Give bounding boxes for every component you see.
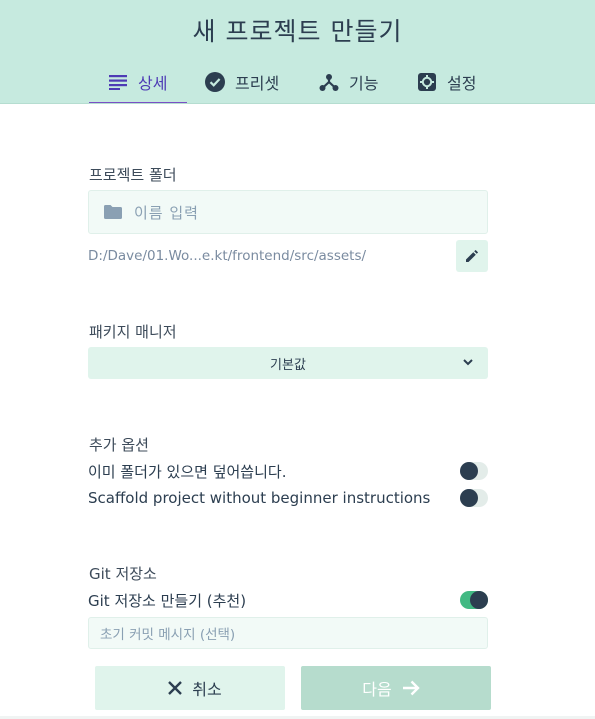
- toggle-knob: [460, 489, 478, 507]
- header: 새 프로젝트 만들기 상세 프리셋 기능 설정: [0, 0, 595, 104]
- tab-bar: 상세 프리셋 기능 설정: [0, 60, 595, 104]
- package-manager-select[interactable]: 기본값: [88, 347, 488, 379]
- branch-icon: [319, 72, 339, 92]
- project-folder-label: 프로젝트 폴더: [89, 166, 177, 184]
- commit-message-input[interactable]: 초기 커밋 메시지 (선택): [88, 617, 488, 649]
- header-divider: [0, 103, 595, 104]
- no-instructions-toggle[interactable]: [460, 489, 488, 507]
- close-icon: [168, 681, 183, 695]
- package-manager-label: 패키지 매니저: [89, 323, 177, 341]
- gear-icon: [417, 72, 437, 92]
- option-git-init-label: Git 저장소 만들기 (추천): [88, 591, 247, 610]
- tab-presets[interactable]: 프리셋: [205, 60, 279, 104]
- toggle-knob: [460, 462, 478, 480]
- project-name-input[interactable]: 이름 입력: [88, 190, 488, 234]
- commit-message-placeholder: 초기 커밋 메시지 (선택): [100, 627, 236, 643]
- list-icon: [108, 72, 128, 92]
- tab-features[interactable]: 기능: [319, 60, 378, 104]
- overwrite-toggle[interactable]: [460, 462, 488, 480]
- package-manager-value: 기본값: [270, 357, 306, 373]
- next-button-label: 다음: [362, 680, 392, 699]
- toggle-knob: [470, 591, 488, 609]
- next-button[interactable]: 다음: [301, 666, 491, 710]
- tab-presets-label: 프리셋: [235, 74, 280, 93]
- project-name-placeholder: 이름 입력: [134, 203, 199, 222]
- option-overwrite-label: 이미 폴더가 있으면 덮어씁니다.: [88, 462, 287, 481]
- project-path: D:/Dave/01.Wo...e.kt/frontend/src/assets…: [88, 248, 367, 264]
- cancel-button-label: 취소: [192, 680, 222, 699]
- edit-path-button[interactable]: [456, 240, 488, 272]
- tab-settings-label: 설정: [447, 74, 477, 93]
- folder-icon: [104, 205, 122, 219]
- option-no-instructions[interactable]: Scaffold project without beginner instru…: [88, 486, 488, 510]
- check-circle-icon: [205, 72, 225, 92]
- option-git-init[interactable]: Git 저장소 만들기 (추천): [88, 588, 488, 612]
- cancel-button[interactable]: 취소: [95, 666, 285, 710]
- tab-features-label: 기능: [349, 74, 379, 93]
- git-label: Git 저장소: [89, 565, 157, 583]
- extra-options-label: 추가 옵션: [89, 436, 149, 454]
- option-no-instructions-label: Scaffold project without beginner instru…: [88, 489, 431, 507]
- option-overwrite[interactable]: 이미 폴더가 있으면 덮어씁니다.: [88, 459, 488, 483]
- tab-details-label: 상세: [138, 74, 168, 93]
- pencil-icon: [466, 250, 478, 262]
- tab-settings[interactable]: 설정: [417, 60, 476, 104]
- page-title: 새 프로젝트 만들기: [192, 17, 403, 46]
- arrow-right-icon: [402, 680, 420, 696]
- tab-details[interactable]: 상세: [108, 60, 167, 104]
- git-init-toggle[interactable]: [460, 591, 488, 609]
- chevron-down-icon: [462, 356, 474, 368]
